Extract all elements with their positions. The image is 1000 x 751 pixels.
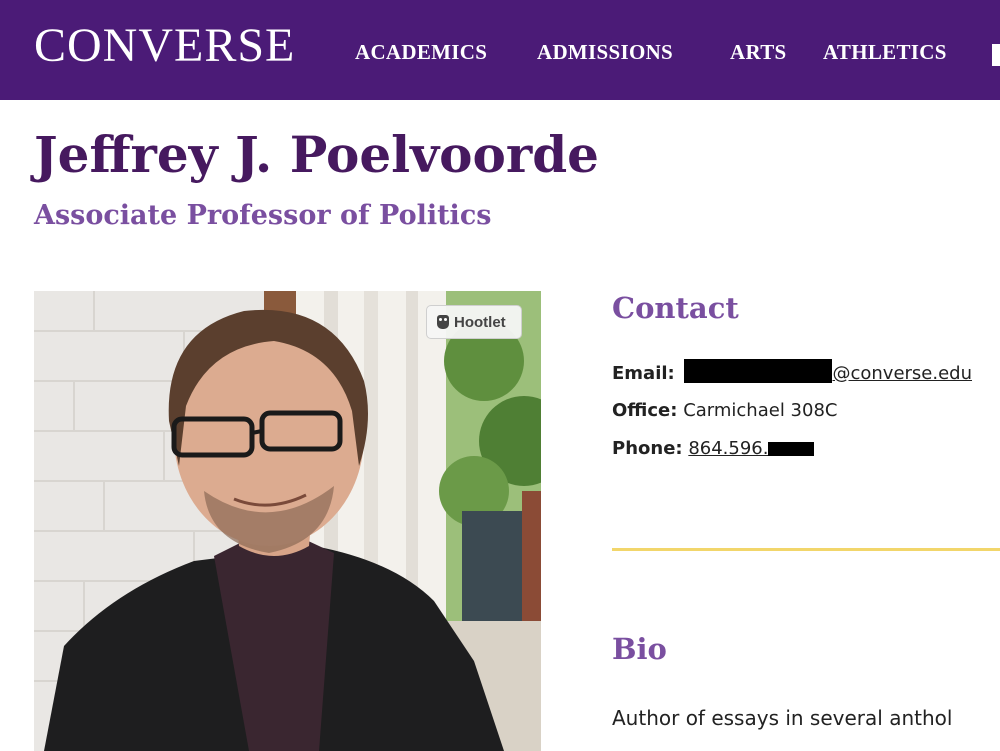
- phone-row: Phone: 864.596.: [612, 438, 815, 459]
- nav-admissions[interactable]: ADMISSIONS: [537, 40, 673, 65]
- hootlet-button[interactable]: Hootlet: [426, 305, 522, 339]
- hootlet-label: Hootlet: [454, 313, 506, 331]
- site-header: CONVERSE ACADEMICS ADMISSIONS ARTS ATHLE…: [0, 0, 1000, 100]
- nav-academics[interactable]: ACADEMICS: [355, 40, 487, 65]
- email-link[interactable]: @converse.edu: [680, 359, 973, 384]
- portrait-illustration: [34, 291, 541, 751]
- profile-photo: [34, 291, 541, 751]
- page-title: Jeffrey J. Poelvoorde: [34, 125, 599, 184]
- email-domain: @converse.edu: [832, 363, 973, 384]
- office-value: Carmichael 308C: [683, 400, 838, 421]
- section-divider: [612, 548, 1000, 551]
- converse-logo[interactable]: CONVERSE: [34, 18, 295, 74]
- nav-arts[interactable]: ARTS: [730, 40, 786, 65]
- bio-heading: Bio: [612, 632, 667, 666]
- bio-next-line-cut: [612, 741, 1000, 751]
- email-label: Email:: [612, 363, 675, 384]
- job-title: Associate Professor of Politics: [34, 200, 492, 231]
- redacted-block: [684, 359, 833, 383]
- phone-label: Phone:: [612, 438, 683, 459]
- phone-prefix: 864.596.: [688, 438, 769, 459]
- bio-text: Author of essays in several anthol: [612, 706, 953, 730]
- owl-icon: [437, 315, 449, 329]
- email-row: Email: @converse.edu: [612, 359, 973, 384]
- nav-next-item-cut[interactable]: [992, 44, 1000, 66]
- redacted-block: [768, 442, 815, 456]
- contact-heading: Contact: [612, 291, 739, 325]
- nav-athletics[interactable]: ATHLETICS: [823, 40, 947, 65]
- office-label: Office:: [612, 400, 678, 421]
- office-row: Office: Carmichael 308C: [612, 400, 837, 421]
- phone-link[interactable]: 864.596.: [688, 438, 815, 459]
